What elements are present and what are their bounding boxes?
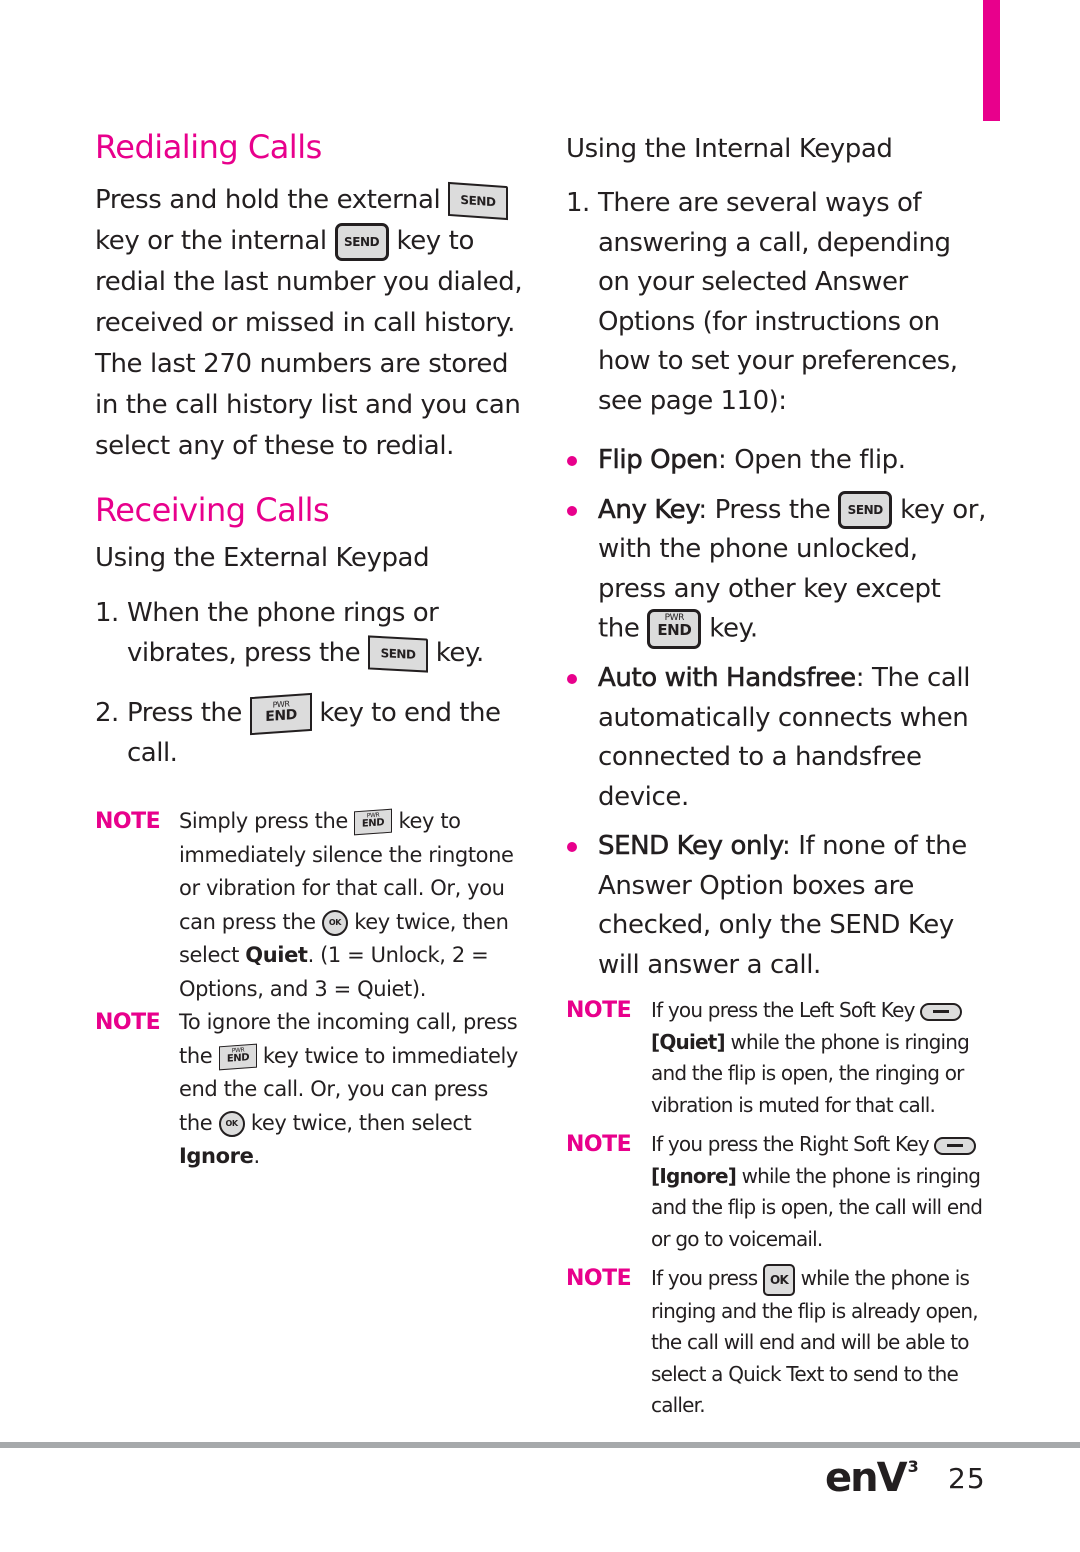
list-item: 1. There are several ways of answering a…	[566, 188, 958, 416]
redialing-paragraph: Press and hold the external SEND key or …	[95, 180, 525, 467]
note-label: NOTE	[95, 809, 161, 834]
bullet-any-key: Any Key: Press the SEND key or, with the…	[566, 491, 986, 650]
ok-key-icon: OK	[763, 1263, 795, 1296]
section-title-redialing: Redialing Calls	[95, 128, 322, 166]
section-title-receiving: Receiving Calls	[95, 491, 330, 529]
brand-logo: enV 3	[825, 1455, 919, 1501]
internal-steps-list: 1. There are several ways of answering a…	[566, 184, 986, 421]
note-label: NOTE	[95, 1010, 161, 1035]
note-ignore-call: NOTE To ignore the incoming call, press …	[95, 1006, 525, 1174]
note-silence-ringtone: NOTE Simply press the PWR END key to imme…	[95, 805, 525, 1006]
right-soft-key-icon	[934, 1136, 977, 1155]
bullet-icon	[566, 659, 598, 817]
list-item: 1. When the phone rings or vibrates, pre…	[95, 593, 525, 673]
note-right-soft-key: NOTE If you press the Right Soft Key [Ig…	[566, 1129, 986, 1255]
bullet-icon	[566, 491, 598, 650]
note-label: NOTE	[566, 998, 632, 1023]
bullet-auto-handsfree: Auto with Handsfree: The call automatica…	[566, 659, 986, 817]
right-column: Using the Internal Keypad 1. There are s…	[566, 128, 986, 1430]
external-send-key-icon: SEND	[367, 634, 428, 673]
left-column: Redialing Calls Press and hold the exter…	[95, 128, 525, 1174]
external-steps-list: 1. When the phone rings or vibrates, pre…	[95, 593, 525, 773]
subheading-external-keypad: Using the External Keypad	[95, 543, 430, 573]
bullet-icon	[566, 441, 598, 481]
subheading-internal-keypad: Using the Internal Keypad	[566, 134, 893, 164]
ok-key-icon: OK	[321, 909, 348, 936]
footer-divider	[0, 1442, 1080, 1448]
note-ok-key: NOTE If you press OK while the phone is …	[566, 1263, 986, 1422]
internal-pwr-end-key-icon: PWR END	[647, 609, 702, 649]
answer-options-list: Flip Open: Open the flip. Any Key: Press…	[566, 441, 986, 985]
pwr-end-key-icon: PWR END	[218, 1043, 257, 1070]
ok-key-icon: OK	[218, 1110, 245, 1137]
page-number: 25	[948, 1462, 986, 1495]
pwr-end-key-icon: PWR END	[354, 808, 393, 836]
internal-send-key-icon: SEND	[334, 222, 389, 261]
bullet-send-key-only: SEND Key only: If none of the Answer Opt…	[566, 827, 986, 985]
list-item: 2. Press the PWR END key to end the call.	[95, 692, 525, 773]
note-left-soft-key: NOTE If you press the Left Soft Key [Qui…	[566, 995, 986, 1121]
pwr-end-key-icon: PWR END	[249, 692, 312, 735]
external-send-key-icon: SEND	[448, 181, 509, 220]
internal-send-key-icon: SEND	[838, 491, 893, 529]
left-soft-key-icon	[920, 1002, 963, 1021]
note-label: NOTE	[566, 1266, 632, 1291]
chapter-tab-marker	[983, 0, 1000, 121]
note-label: NOTE	[566, 1132, 632, 1157]
bullet-icon	[566, 827, 598, 985]
bullet-flip-open: Flip Open: Open the flip.	[566, 441, 986, 481]
